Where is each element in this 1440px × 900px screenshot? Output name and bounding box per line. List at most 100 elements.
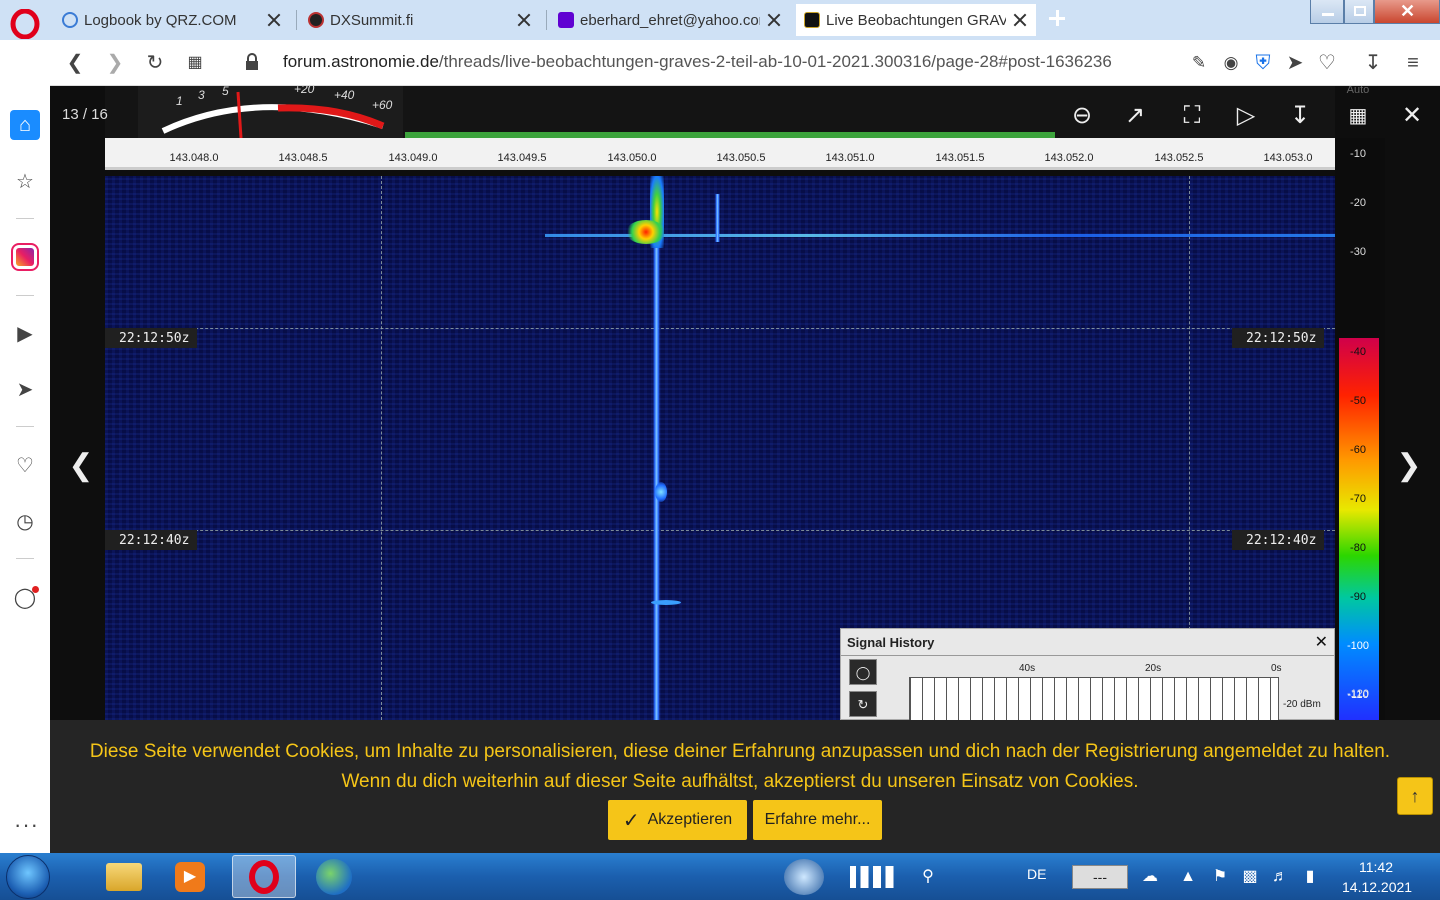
new-tab-icon[interactable]: [1046, 8, 1068, 30]
forward-icon[interactable]: ❯: [104, 52, 126, 74]
explorer-icon[interactable]: [92, 855, 156, 898]
tab-yahoo-mail[interactable]: eberhard_ehret@yahoo.com: [550, 4, 790, 36]
address-bar: ❮ ❯ ↻ ▦ forum.astronomie.de/threads/live…: [50, 40, 1440, 86]
clock-time[interactable]: 11:42: [1359, 859, 1393, 875]
opera-menu-icon[interactable]: [10, 9, 40, 39]
signal-history-title: Signal History: [847, 635, 935, 650]
start-button[interactable]: [6, 855, 50, 899]
battery-icon[interactable]: ▮: [1300, 867, 1320, 887]
echo-spot: [655, 482, 667, 502]
previous-image-icon[interactable]: ❮: [66, 451, 96, 481]
globe-app-icon[interactable]: [302, 855, 366, 898]
thumbnails-icon[interactable]: ▦: [1342, 100, 1374, 132]
reload-icon[interactable]: ↻: [144, 52, 166, 74]
player-icon[interactable]: ▶: [10, 318, 40, 348]
send-icon[interactable]: ➤: [1284, 52, 1306, 74]
history-icon[interactable]: ◷: [10, 506, 40, 536]
heart-icon[interactable]: ♡: [10, 450, 40, 480]
time-mark: 22:12:50z: [1232, 328, 1325, 348]
close-tab-icon[interactable]: [1012, 12, 1028, 28]
freq-label: 143.050.5: [716, 152, 766, 164]
cookie-line-2: Wenn du dich weiterhin auf dieser Seite …: [341, 771, 1139, 792]
scale-label: -30: [1350, 246, 1366, 258]
dxsummit-icon: [308, 12, 324, 28]
tab-logbook[interactable]: Logbook by QRZ.COM: [54, 4, 290, 36]
close-icon[interactable]: ✕: [1315, 632, 1328, 652]
open-external-icon[interactable]: ↗: [1119, 100, 1151, 132]
meter-label: 1: [176, 94, 183, 108]
tray-app-icon[interactable]: [772, 855, 836, 898]
heart-icon[interactable]: ♡: [1316, 52, 1338, 74]
freq-label: 143.051.0: [825, 152, 875, 164]
antenna-icon[interactable]: ⚲: [918, 867, 938, 887]
slideshow-play-icon[interactable]: ▷: [1230, 100, 1262, 132]
action-center-flag-icon[interactable]: ⚑: [1210, 867, 1230, 887]
sidebar: ⌂ ☆ ▶ ➤ ♡ ◷ ◯: [0, 40, 50, 853]
media-player-icon[interactable]: ▶: [158, 855, 222, 898]
close-tab-icon[interactable]: [766, 12, 782, 28]
tab-divider: [296, 10, 297, 30]
network-app-icon[interactable]: [844, 855, 908, 898]
record-button[interactable]: ◯: [849, 659, 877, 685]
time-mark: 22:12:50z: [105, 328, 198, 348]
freq-label: 143.048.5: [278, 152, 328, 164]
vpn-shield-icon[interactable]: ⛨: [1252, 52, 1274, 74]
frequency-axis: 143.048.0 143.048.5 143.049.0 143.049.5 …: [105, 138, 1335, 170]
tab-graves-active[interactable]: Live Beobachtungen GRAVES: [796, 4, 1036, 36]
close-window-button[interactable]: ✕: [1374, 0, 1440, 24]
fullscreen-icon[interactable]: ⛶: [1176, 100, 1208, 132]
scale-label: -120: [1346, 688, 1370, 700]
opera-taskbar-icon[interactable]: [232, 855, 296, 898]
url-field[interactable]: forum.astronomie.de/threads/live-beobach…: [283, 52, 1112, 72]
reset-button[interactable]: ↻: [849, 691, 877, 717]
close-tab-icon[interactable]: [266, 12, 282, 28]
clock-date[interactable]: 14.12.2021: [1342, 879, 1412, 895]
freq-label: 143.049.5: [497, 152, 547, 164]
history-axis-label: 40s: [1019, 663, 1036, 674]
flow-icon[interactable]: ➤: [10, 374, 40, 404]
image-lightbox: 1 3 5 +20 +40 +60 143.048.0 143.048.5 14…: [50, 86, 1440, 720]
power-plug-icon[interactable]: ☁: [1140, 867, 1160, 887]
color-scale-bar: -40 -50 -60 -70 -80 -90 -100 -110: [1339, 338, 1379, 720]
home-icon[interactable]: ⌂: [10, 110, 40, 140]
close-tab-icon[interactable]: [516, 12, 532, 28]
sidebar-more-icon[interactable]: ···: [14, 812, 39, 838]
back-icon[interactable]: ❮: [64, 52, 86, 74]
language-indicator[interactable]: DE: [1027, 866, 1046, 882]
instagram-icon[interactable]: [10, 242, 40, 272]
star-icon[interactable]: ☆: [10, 166, 40, 196]
network-icon[interactable]: ▩: [1240, 867, 1260, 887]
s-meter: 1 3 5 +20 +40 +60: [138, 86, 403, 139]
scale-label: -10: [1350, 148, 1366, 160]
volume-icon[interactable]: ♬: [1270, 867, 1290, 887]
tab-dxsummit[interactable]: DXSummit.fi: [300, 4, 540, 36]
speed-dial-icon[interactable]: ▦: [184, 52, 206, 74]
next-image-icon[interactable]: ❯: [1394, 451, 1424, 481]
signal-history-plot: [909, 677, 1279, 720]
easy-setup-icon[interactable]: ≡: [1402, 52, 1424, 74]
sidebar-divider: [16, 295, 34, 296]
scale-label: -100: [1346, 640, 1370, 652]
tab-title: DXSummit.fi: [330, 11, 414, 29]
camera-icon[interactable]: ◉: [1220, 52, 1242, 74]
lock-icon[interactable]: [245, 53, 259, 71]
share-icon[interactable]: ✎: [1188, 52, 1210, 74]
freq-label: 143.052.5: [1154, 152, 1204, 164]
meter-label: 3: [198, 88, 205, 102]
screen: Logbook by QRZ.COM DXSummit.fi eberhard_…: [0, 0, 1440, 900]
show-hidden-icons[interactable]: ▲: [1178, 867, 1198, 887]
minimize-button[interactable]: [1310, 0, 1344, 24]
globe-icon: [62, 12, 78, 28]
scroll-to-top-button[interactable]: ↑: [1397, 777, 1433, 815]
download-icon[interactable]: ↧: [1284, 100, 1316, 132]
download-icon[interactable]: ↧: [1362, 52, 1384, 74]
close-lightbox-icon[interactable]: ✕: [1396, 100, 1428, 132]
url-domain: forum.astronomie.de: [283, 52, 439, 71]
maximize-button[interactable]: [1344, 0, 1374, 24]
battery-status[interactable]: ---: [1072, 865, 1128, 889]
accept-cookies-button[interactable]: ✓ Akzeptieren: [608, 800, 747, 840]
history-axis-label: 20s: [1145, 663, 1162, 674]
dbm-scale: Auto -10 -20 -30 -40 -50 -60 -70 -80 -90…: [1335, 86, 1385, 720]
learn-more-button[interactable]: Erfahre mehr...: [753, 800, 882, 840]
zoom-out-icon[interactable]: ⊖: [1066, 100, 1098, 132]
